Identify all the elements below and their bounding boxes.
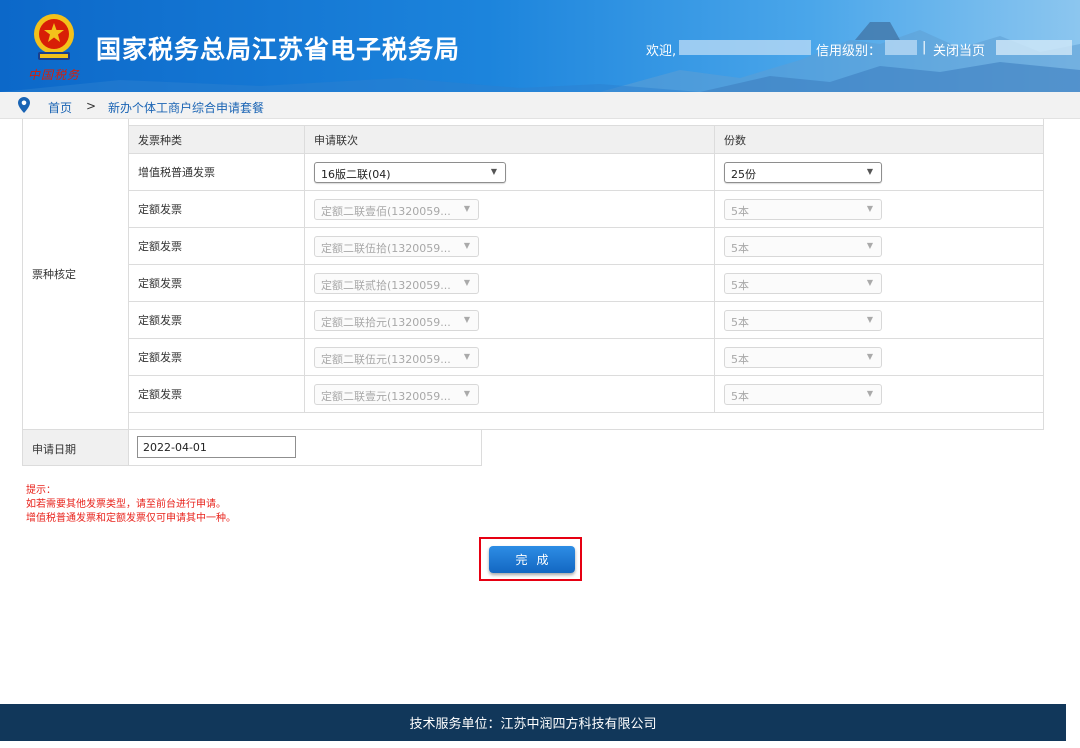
quantity-select[interactable]: 5本 ▼ <box>724 309 882 331</box>
tips-line-2: 增值税普通发票和定额发票仅可申请其中一种。 <box>26 513 236 524</box>
breadcrumb-arrow: > <box>86 99 97 113</box>
chevron-down-icon: ▼ <box>866 351 873 361</box>
apply-date-section: 申请日期 <box>22 430 482 466</box>
chevron-down-icon: ▼ <box>463 277 470 287</box>
quantity-select-value: 25份 <box>731 167 756 181</box>
chevron-down-icon: ▼ <box>866 388 873 398</box>
tax-emblem-icon <box>34 14 74 60</box>
apply-date-input[interactable] <box>137 436 296 458</box>
user-name-redacted <box>679 40 811 55</box>
ticket-type-section: 票种核定 发票种类 申请联次 份数 增值税普通发票 16版二联(04) ▼ 25… <box>22 119 1044 430</box>
copy-select-value: 定额二联拾元(1320059... <box>321 315 451 329</box>
column-header-copy: 申请联次 <box>304 125 715 154</box>
apply-date-label: 申请日期 <box>23 430 129 465</box>
table-row: 定额发票 定额二联贰拾(1320059... ▼ 5本 ▼ <box>128 264 1044 302</box>
copy-select-value: 定额二联贰拾(1320059... <box>321 278 451 292</box>
footer-text: 技术服务单位：江苏中润四方科技有限公司 <box>409 717 657 732</box>
welcome-label: 欢迎, <box>646 44 677 59</box>
table-row: 增值税普通发票 16版二联(04) ▼ 25份 ▼ <box>128 153 1044 191</box>
copy-select-value: 定额二联伍元(1320059... <box>321 352 451 366</box>
copy-select-value: 16版二联(04) <box>321 167 391 181</box>
table-header-row: 发票种类 申请联次 份数 <box>128 125 1044 154</box>
column-header-invoice-type: 发票种类 <box>128 125 305 154</box>
copy-select[interactable]: 16版二联(04) ▼ <box>314 161 506 183</box>
chevron-down-icon: ▼ <box>490 166 497 176</box>
quantity-select-value: 5本 <box>731 241 749 255</box>
chevron-down-icon: ▼ <box>866 203 873 213</box>
copy-select[interactable]: 定额二联伍元(1320059... ▼ <box>314 346 479 368</box>
chevron-down-icon: ▼ <box>866 166 873 176</box>
quantity-select[interactable]: 25份 ▼ <box>724 161 882 183</box>
site-title: 国家税务总局江苏省电子税务局 <box>96 35 461 64</box>
credit-level-redacted <box>885 40 917 55</box>
quantity-select[interactable]: 5本 ▼ <box>724 383 882 405</box>
ticket-type-label: 票种核定 <box>23 119 129 429</box>
quantity-select[interactable]: 5本 ▼ <box>724 346 882 368</box>
invoice-type-cell: 定额发票 <box>128 338 305 376</box>
breadcrumb: 首页 > 新办个体工商户综合申请套餐 <box>0 92 1080 119</box>
copy-select[interactable]: 定额二联贰拾(1320059... ▼ <box>314 272 479 294</box>
copy-select[interactable]: 定额二联拾元(1320059... ▼ <box>314 309 479 331</box>
credit-level-label: 信用级别： <box>816 44 882 59</box>
site-footer: 技术服务单位：江苏中润四方科技有限公司 <box>0 704 1066 741</box>
location-pin-icon <box>18 97 30 113</box>
copy-select-value: 定额二联壹元(1320059... <box>321 389 451 403</box>
copy-select[interactable]: 定额二联伍拾(1320059... ▼ <box>314 235 479 257</box>
invoice-type-cell: 定额发票 <box>128 375 305 413</box>
chevron-down-icon: ▼ <box>866 314 873 324</box>
invoice-type-cell: 定额发票 <box>128 264 305 302</box>
chevron-down-icon: ▼ <box>463 240 470 250</box>
copy-select[interactable]: 定额二联壹元(1320059... ▼ <box>314 383 479 405</box>
copy-select-value: 定额二联伍拾(1320059... <box>321 241 451 255</box>
finish-button[interactable]: 完成 <box>489 546 575 573</box>
copy-select[interactable]: 定额二联壹佰(1320059... ▼ <box>314 198 479 220</box>
table-row: 定额发票 定额二联伍元(1320059... ▼ 5本 ▼ <box>128 338 1044 376</box>
header-redacted-area <box>996 40 1072 55</box>
invoice-type-cell: 增值税普通发票 <box>128 153 305 191</box>
chevron-down-icon: ▼ <box>463 314 470 324</box>
site-header: 中国税务 国家税务总局江苏省电子税务局 欢迎, 信用级别： | 关闭当页 <box>0 0 1080 92</box>
quantity-select-value: 5本 <box>731 278 749 292</box>
chevron-down-icon: ▼ <box>866 277 873 287</box>
invoice-type-cell: 定额发票 <box>128 227 305 265</box>
table-row: 定额发票 定额二联伍拾(1320059... ▼ 5本 ▼ <box>128 227 1044 265</box>
column-header-quantity: 份数 <box>714 125 1044 154</box>
breadcrumb-home-link[interactable]: 首页 <box>48 99 72 116</box>
quantity-select[interactable]: 5本 ▼ <box>724 235 882 257</box>
table-row: 定额发票 定额二联拾元(1320059... ▼ 5本 ▼ <box>128 301 1044 339</box>
chevron-down-icon: ▼ <box>866 240 873 250</box>
header-separator: | <box>922 40 927 55</box>
breadcrumb-current: 新办个体工商户综合申请套餐 <box>108 101 265 115</box>
table-row: 定额发票 定额二联壹元(1320059... ▼ 5本 ▼ <box>128 375 1044 413</box>
copy-select-value: 定额二联壹佰(1320059... <box>321 204 451 218</box>
chevron-down-icon: ▼ <box>463 203 470 213</box>
tips-line-1: 如若需要其他发票类型，请至前台进行申请。 <box>26 499 226 510</box>
invoice-type-cell: 定额发票 <box>128 301 305 339</box>
quantity-select-value: 5本 <box>731 315 749 329</box>
tips-title: 提示： <box>26 485 56 496</box>
chevron-down-icon: ▼ <box>463 388 470 398</box>
quantity-select[interactable]: 5本 ▼ <box>724 198 882 220</box>
brand-subtitle: 中国税务 <box>28 68 81 82</box>
quantity-select-value: 5本 <box>731 352 749 366</box>
invoice-table: 发票种类 申请联次 份数 增值税普通发票 16版二联(04) ▼ 25份 ▼ 定… <box>128 125 1044 413</box>
invoice-type-cell: 定额发票 <box>128 190 305 228</box>
chevron-down-icon: ▼ <box>463 351 470 361</box>
table-row: 定额发票 定额二联壹佰(1320059... ▼ 5本 ▼ <box>128 190 1044 228</box>
quantity-select-value: 5本 <box>731 204 749 218</box>
quantity-select-value: 5本 <box>731 389 749 403</box>
quantity-select[interactable]: 5本 ▼ <box>724 272 882 294</box>
tips-block: 提示： 如若需要其他发票类型，请至前台进行申请。 增值税普通发票和定额发票仅可申… <box>26 484 236 526</box>
close-page-link[interactable]: 关闭当页 <box>933 40 985 59</box>
